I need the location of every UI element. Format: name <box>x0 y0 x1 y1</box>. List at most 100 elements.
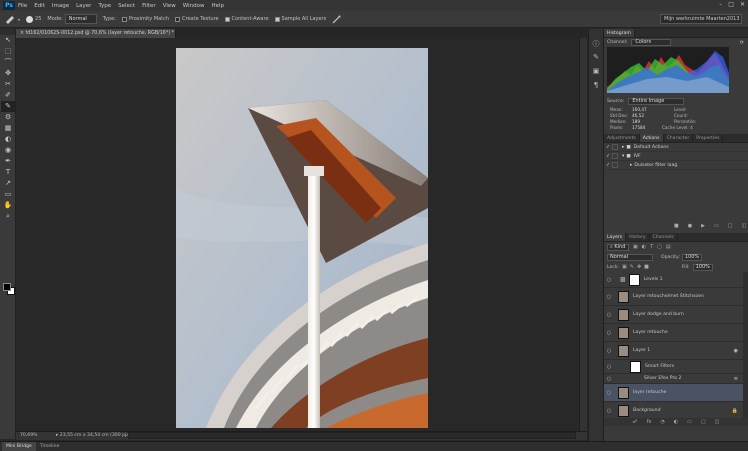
filter-pixel-icon[interactable]: ▣ <box>633 244 638 250</box>
action-set-ivf[interactable]: ✓ ▾ ■ IVF <box>604 152 748 161</box>
dialog-toggle[interactable] <box>612 144 618 150</box>
source-select[interactable]: Entire Image <box>628 98 685 105</box>
horizontal-scrollbar[interactable] <box>128 432 576 439</box>
filter-adjustment-icon[interactable]: ◐ <box>642 244 646 250</box>
layer-name[interactable]: layer retouche <box>633 390 666 395</box>
menu-view[interactable]: View <box>163 3 176 9</box>
content-aware-option[interactable]: Content-Aware <box>224 16 269 22</box>
create-texture-option[interactable]: Create Texture <box>175 16 219 22</box>
hand-tool-icon[interactable]: ✋ <box>1 200 15 211</box>
canvas-area[interactable] <box>16 38 587 431</box>
clone-stamp-tool-icon[interactable]: ▦ <box>1 123 15 134</box>
paragraph-panel-icon[interactable]: ¶ <box>589 81 603 92</box>
quick-selection-tool-icon[interactable]: ✥ <box>1 68 15 79</box>
document-tab[interactable]: × fd162/01062S-0012.psd @ 70,6% (layer r… <box>16 29 176 38</box>
lasso-tool-icon[interactable]: ⌒ <box>1 57 15 68</box>
smart-filter-item[interactable]: ○ Silver Efex Pro 2 ≡ <box>604 374 748 384</box>
layer-name[interactable]: Levels 1 <box>644 277 663 282</box>
tab-layers[interactable]: Layers <box>604 233 627 241</box>
fill-input[interactable]: 100% <box>692 263 713 271</box>
delete-icon[interactable]: ◫ <box>741 223 746 229</box>
new-layer-icon[interactable]: □ <box>701 419 706 425</box>
proximity-match-option[interactable]: Proximity Match <box>121 16 169 22</box>
document-info[interactable]: ▸ 23,55 cm x 34,54 cm (300 ppi) <box>56 432 131 440</box>
link-layers-icon[interactable]: ☍ <box>633 419 638 425</box>
path-selection-tool-icon[interactable]: ↗ <box>1 178 15 189</box>
tab-properties[interactable]: Properties <box>693 134 724 142</box>
layer-row-background[interactable]: ○ Background 🔒 <box>604 402 748 418</box>
lock-position-icon[interactable]: ✥ <box>637 264 641 270</box>
crop-tool-icon[interactable]: ✂ <box>1 79 15 90</box>
proximity-match-radio[interactable] <box>121 16 127 22</box>
visibility-toggle[interactable]: ○ <box>604 408 614 414</box>
disclosure-icon[interactable]: ▸ <box>622 145 624 150</box>
menu-window[interactable]: Window <box>183 3 205 9</box>
filter-smart-icon[interactable]: ▤ <box>666 244 671 250</box>
stop-icon[interactable]: ■ <box>674 223 679 229</box>
brush-panel-icon[interactable]: ✎ <box>589 53 603 64</box>
menu-image[interactable]: Image <box>52 3 69 9</box>
layer-style-icon[interactable]: fx <box>647 419 652 425</box>
filter-shape-icon[interactable]: ▢ <box>657 244 662 250</box>
eyedropper-tool-icon[interactable]: ✐ <box>1 90 15 101</box>
opacity-input[interactable]: 100% <box>681 253 703 261</box>
add-mask-icon[interactable]: ◔ <box>660 419 664 425</box>
dialog-toggle[interactable] <box>612 153 618 159</box>
layer-row-levels[interactable]: ○ ▩ Levels 1 <box>604 272 748 288</box>
tab-actions[interactable]: Actions <box>639 134 664 142</box>
layer-row-retouche[interactable]: ○ Layer retouche <box>604 324 748 342</box>
visibility-toggle[interactable]: ○ <box>604 294 614 300</box>
layer-name[interactable]: Layer 1 <box>633 348 650 353</box>
info-panel-icon[interactable]: ⓘ <box>589 39 603 50</box>
disclosure-open-icon[interactable]: ▾ <box>622 154 624 159</box>
color-swatches[interactable] <box>3 283 15 295</box>
layers-scrollbar[interactable] <box>743 272 748 418</box>
shape-tool-icon[interactable]: ▭ <box>1 189 15 200</box>
marquee-tool-icon[interactable]: ⬚ <box>1 46 15 57</box>
mode-select[interactable]: Normal <box>64 14 97 24</box>
menu-layer[interactable]: Layer <box>76 3 91 9</box>
new-set-icon[interactable]: ▭ <box>714 223 719 229</box>
tab-histogram[interactable]: Histogram <box>604 29 635 37</box>
action-check-icon[interactable]: ✓ <box>604 154 612 159</box>
filter-type-icon[interactable]: T <box>650 244 653 250</box>
tab-channels[interactable]: Channels <box>650 233 678 241</box>
menu-type[interactable]: Type <box>98 3 111 9</box>
channel-select[interactable]: Colors <box>631 39 672 46</box>
visibility-toggle[interactable]: ○ <box>604 277 614 283</box>
history-brush-tool-icon[interactable]: ◐ <box>1 134 15 145</box>
layer-row-retouche-stitch[interactable]: ○ Layer retouche/met Stitchsoen <box>604 288 748 306</box>
filter-options-icon[interactable]: ≡ <box>734 376 738 382</box>
minimize-button[interactable]: – <box>719 1 722 8</box>
disclosure-icon[interactable]: ▸ <box>630 163 632 168</box>
layer-name[interactable]: Silver Efex Pro 2 <box>644 376 681 381</box>
dialog-toggle[interactable] <box>612 162 618 168</box>
action-set-default[interactable]: ✓ ▸ ■ Default Actions <box>604 143 748 152</box>
menu-file[interactable]: File <box>18 3 27 9</box>
refresh-icon[interactable]: ⟳ <box>740 40 744 46</box>
lock-transparency-icon[interactable]: ▣ <box>622 264 627 270</box>
navigator-panel-icon[interactable]: ▣ <box>589 67 603 78</box>
healing-brush-tool-icon[interactable]: ✎ <box>1 101 15 112</box>
brush-tool-icon[interactable]: ⚙ <box>1 112 15 123</box>
menu-edit[interactable]: Edit <box>34 3 45 9</box>
blend-mode-select[interactable]: Normal <box>607 253 653 261</box>
play-icon[interactable]: ▶ <box>701 223 705 229</box>
smart-filters-row[interactable]: ○ Smart Filters <box>604 360 748 374</box>
visibility-toggle[interactable]: ○ <box>604 312 614 318</box>
create-texture-radio[interactable] <box>175 16 181 22</box>
tab-timeline[interactable]: Timeline <box>36 442 64 451</box>
layer-name[interactable]: Layer retouche/met Stitchsoen <box>633 294 704 299</box>
action-item[interactable]: ✓ ▸ Duisater filter laag <box>604 161 748 170</box>
layer-name[interactable]: Layer dodge and burn <box>633 312 684 317</box>
tab-adjustments[interactable]: Adjustments <box>604 134 640 142</box>
visibility-toggle[interactable]: ○ <box>604 376 614 382</box>
lock-pixels-icon[interactable]: ✎ <box>630 264 634 270</box>
delete-layer-icon[interactable]: ◫ <box>715 419 720 425</box>
vertical-scrollbar[interactable] <box>579 38 587 431</box>
visibility-toggle[interactable]: ○ <box>604 364 614 370</box>
layer-filter-select[interactable]: ⌕ Kind <box>607 243 629 251</box>
visibility-toggle[interactable]: ○ <box>604 330 614 336</box>
action-check-icon[interactable]: ✓ <box>604 145 612 150</box>
layer-name[interactable]: Background <box>633 408 661 413</box>
